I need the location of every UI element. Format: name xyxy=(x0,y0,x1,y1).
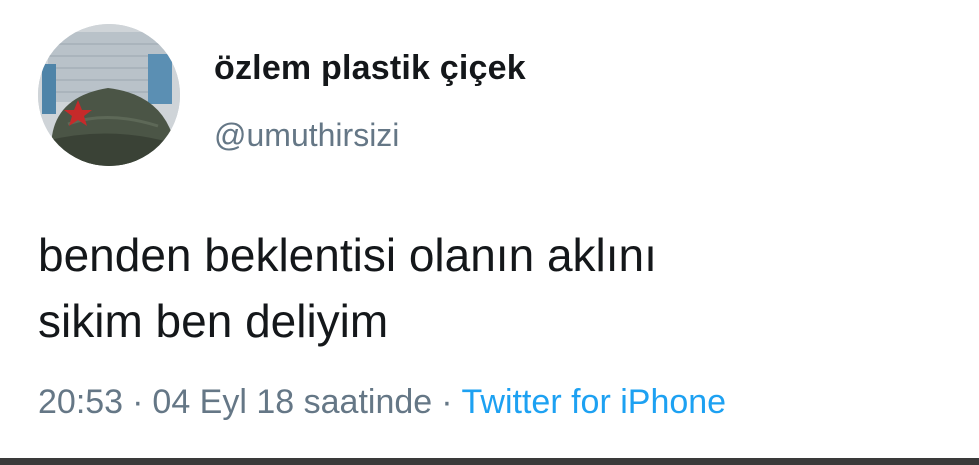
avatar[interactable] xyxy=(38,24,180,166)
tweet-date[interactable]: 04 Eyl 18 saatinde xyxy=(152,383,432,421)
meta-separator: · xyxy=(441,383,453,421)
tweet-text-line: sikim ben deliyim xyxy=(38,295,389,347)
divider xyxy=(0,458,979,465)
avatar-image xyxy=(38,24,180,166)
tweet-text: benden beklentisi olanın aklını sikim be… xyxy=(38,222,938,354)
tweet-time[interactable]: 20:53 xyxy=(38,383,123,421)
tweet-card: özlem plastik çiçek @umuthirsizi benden … xyxy=(0,0,979,465)
tweet-source-link[interactable]: Twitter for iPhone xyxy=(462,383,727,421)
meta-separator: · xyxy=(132,383,144,421)
user-handle[interactable]: @umuthirsizi xyxy=(214,117,399,154)
display-name[interactable]: özlem plastik çiçek xyxy=(214,49,526,88)
tweet-text-line: benden beklentisi olanın aklını xyxy=(38,229,657,281)
tweet-meta: 20:53 · 04 Eyl 18 saatinde · Twitter for iPh… xyxy=(38,383,726,422)
